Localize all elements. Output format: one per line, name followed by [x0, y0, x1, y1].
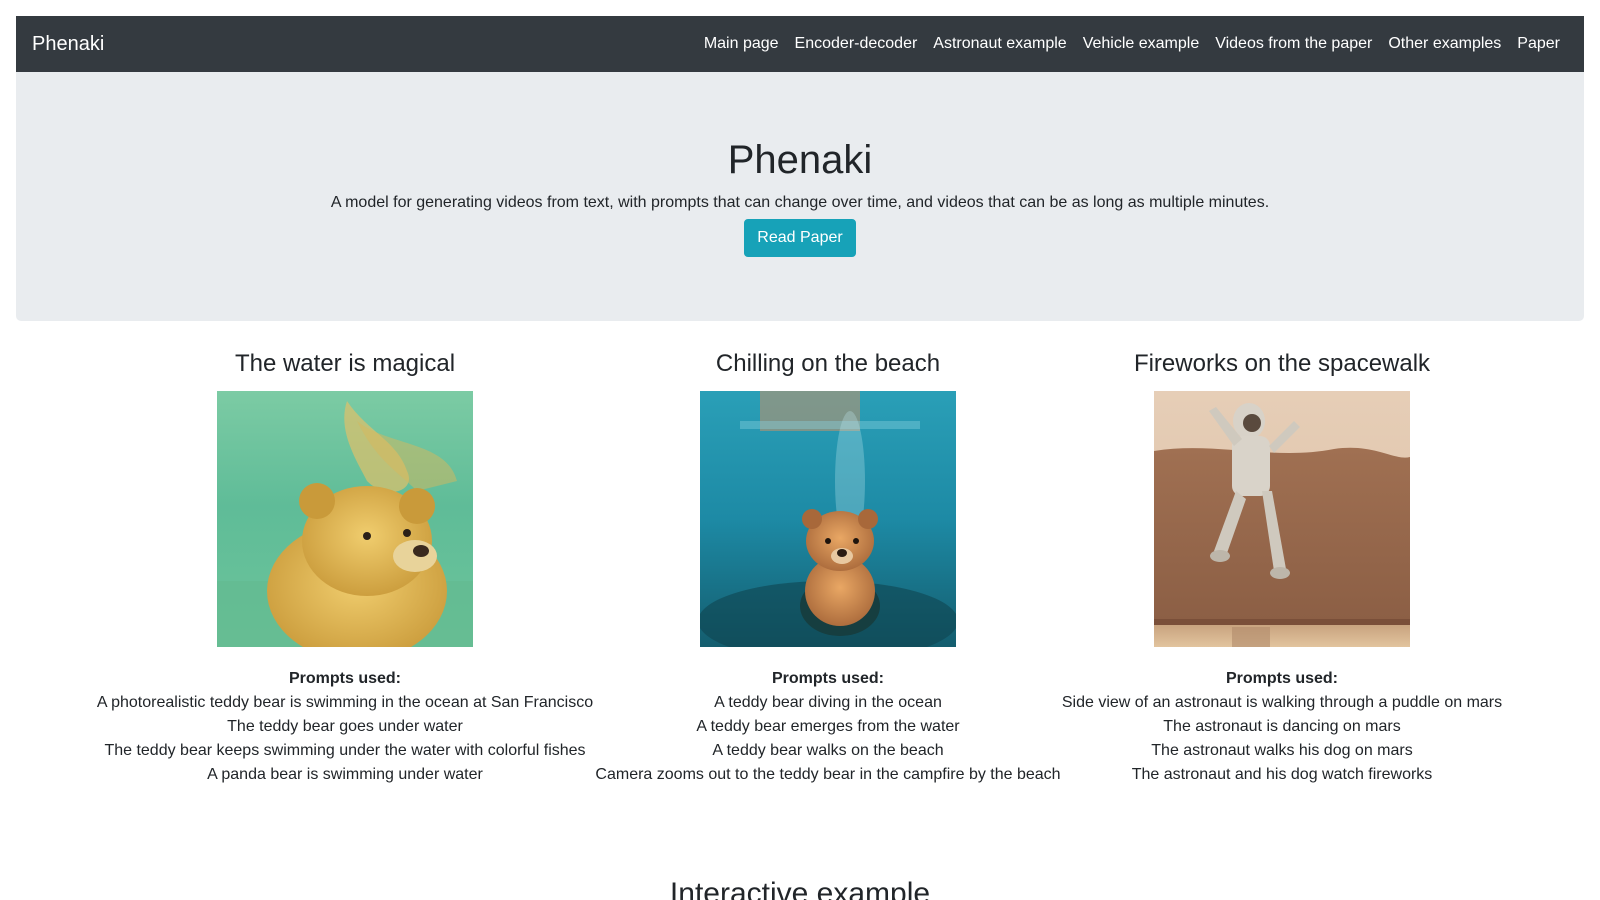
nav-link-vehicle-example[interactable]: Vehicle example [1075, 35, 1208, 53]
example-column-beach: Chilling on the beach Prompts used: A te… [580, 350, 1076, 787]
prompt-line: The astronaut walks his dog on mars [1151, 742, 1413, 759]
example-title: Fireworks on the spacewalk [1133, 350, 1431, 377]
prompt-line: A photorealistic teddy bear is swimming … [96, 694, 594, 711]
astronaut-dancing-video[interactable] [1154, 391, 1410, 647]
astronaut-on-mars-image [1154, 391, 1410, 647]
hero-title: Phenaki [727, 138, 873, 182]
nav-link-other-examples[interactable]: Other examples [1380, 35, 1509, 53]
prompt-line: A teddy bear walks on the beach [712, 742, 944, 759]
hero-subtitle: A model for generating videos from text,… [330, 194, 1270, 211]
prompt-line: The teddy bear keeps swimming under the … [104, 742, 586, 759]
example-title: The water is magical [234, 350, 456, 377]
nav-link-videos-from-paper[interactable]: Videos from the paper [1207, 35, 1380, 53]
hero-section: Phenaki A model for generating videos fr… [16, 72, 1584, 321]
teddy-bear-underwater-image [217, 391, 473, 647]
nav-link-astronaut-example[interactable]: Astronaut example [925, 35, 1074, 53]
nav-link-main-page[interactable]: Main page [696, 35, 787, 53]
example-column-water: The water is magical Prompts used: A pho… [80, 350, 610, 787]
prompt-line: The astronaut and his dog watch firework… [1131, 766, 1433, 783]
teddy-bear-diving-image [700, 391, 956, 647]
prompts-label: Prompts used: [288, 670, 401, 687]
prompt-line: The astronaut is dancing on mars [1163, 718, 1401, 735]
prompt-line: A panda bear is swimming under water [207, 766, 483, 783]
example-title: Chilling on the beach [715, 350, 941, 377]
read-paper-button[interactable]: Read Paper [744, 219, 856, 257]
teddy-bear-swimming-video[interactable] [217, 391, 473, 647]
prompt-line: A teddy bear diving in the ocean [714, 694, 942, 711]
interactive-example-heading: Interactive example [669, 877, 931, 900]
prompt-line: The teddy bear goes under water [227, 718, 463, 735]
prompt-line: Camera zooms out to the teddy bear in th… [595, 766, 1061, 783]
prompt-line: Side view of an astronaut is walking thr… [1061, 694, 1503, 711]
nav-link-encoder-decoder[interactable]: Encoder-decoder [787, 35, 926, 53]
brand-link[interactable]: Phenaki [32, 34, 104, 54]
page: Phenaki Main page Encoder-decoder Astron… [0, 0, 1600, 900]
prompts-label: Prompts used: [1225, 670, 1338, 687]
teddy-bear-diving-video[interactable] [700, 391, 956, 647]
prompts-label: Prompts used: [771, 670, 884, 687]
nav-link-paper[interactable]: Paper [1509, 35, 1568, 53]
navbar: Phenaki Main page Encoder-decoder Astron… [16, 16, 1584, 72]
nav-links: Main page Encoder-decoder Astronaut exam… [696, 35, 1568, 53]
prompt-line: A teddy bear emerges from the water [696, 718, 960, 735]
example-column-spacewalk: Fireworks on the spacewalk Prompts used:… [1052, 350, 1512, 787]
